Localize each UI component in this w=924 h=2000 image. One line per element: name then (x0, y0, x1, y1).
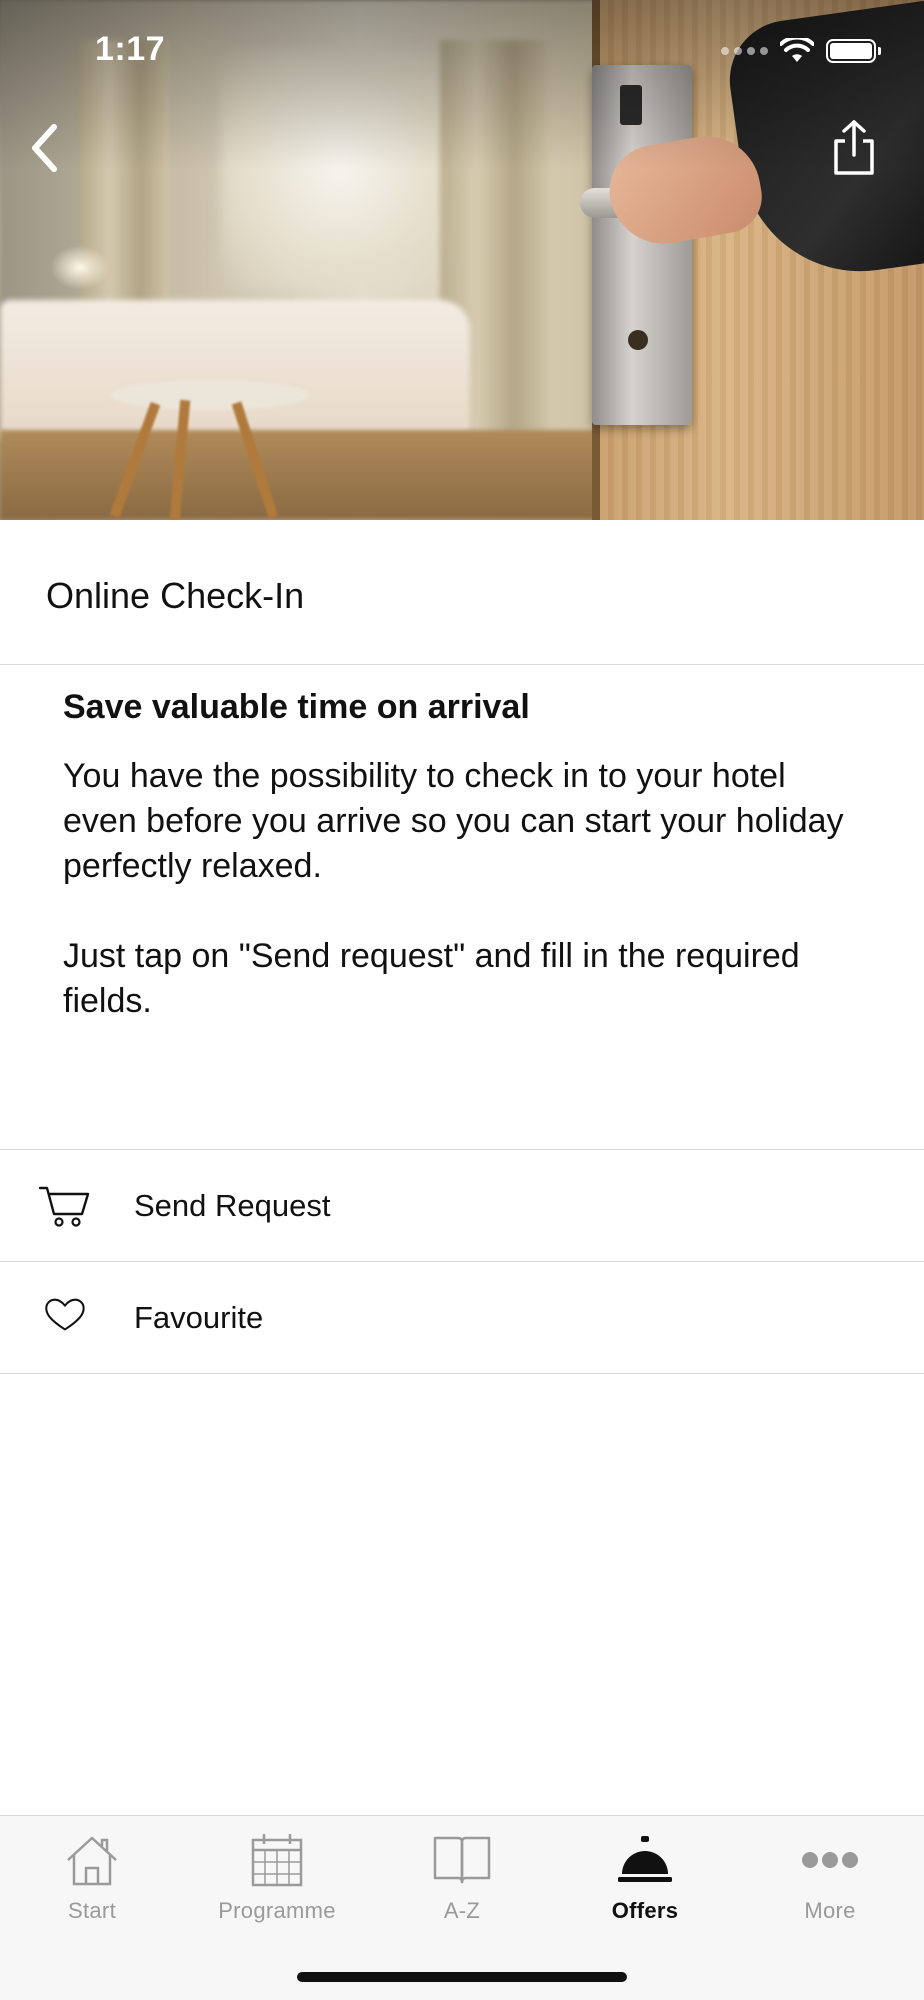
cart-icon (38, 1186, 90, 1227)
house-icon (67, 1836, 117, 1886)
tab-a-z-label: A-Z (443, 1898, 481, 1923)
more-dots-icon (802, 1852, 858, 1868)
back-button[interactable] (20, 118, 68, 178)
tab-start-label: Start (68, 1898, 116, 1923)
status-indicators (721, 34, 881, 68)
description-heading: Save valuable time on arrival (63, 688, 530, 726)
description-paragraph: Just tap on "Send request" and fill in t… (63, 937, 800, 1020)
description-paragraph: You have the possibility to check in to … (63, 757, 844, 885)
tab-offers[interactable]: Offers (553, 1816, 737, 1936)
battery-icon (826, 39, 881, 63)
heart-icon (45, 1298, 85, 1330)
share-button[interactable] (824, 116, 884, 180)
send-request-button[interactable]: Send Request (0, 1150, 924, 1262)
title-row: Online Check-In (0, 520, 924, 665)
home-indicator[interactable] (297, 1972, 627, 1982)
page-title: Online Check-In (46, 575, 305, 616)
wifi-icon (780, 38, 814, 62)
status-time: 1:17 (95, 30, 166, 68)
calendar-icon (251, 1834, 303, 1887)
tab-programme[interactable]: Programme (185, 1816, 369, 1936)
share-icon (834, 120, 874, 175)
tab-start[interactable]: Start (0, 1816, 184, 1936)
book-icon (433, 1836, 491, 1884)
tab-more-label: More (804, 1898, 856, 1923)
tab-programme-label: Programme (218, 1898, 336, 1923)
tab-offers-label: Offers (611, 1898, 679, 1923)
favourite-label: Favourite (134, 1299, 264, 1335)
favourite-button[interactable]: Favourite (0, 1262, 924, 1374)
chevron-left-icon (32, 124, 57, 172)
service-bell-icon (618, 1836, 672, 1882)
tab-a-z[interactable]: A-Z (370, 1816, 554, 1936)
cellular-signal-icon (721, 47, 768, 55)
description: Save valuable time on arrival You have t… (63, 685, 863, 1069)
action-list: Send Request Favourite (0, 1149, 924, 1374)
tab-more[interactable]: More (738, 1816, 922, 1936)
send-request-label: Send Request (134, 1187, 331, 1223)
hero-image (0, 0, 924, 520)
